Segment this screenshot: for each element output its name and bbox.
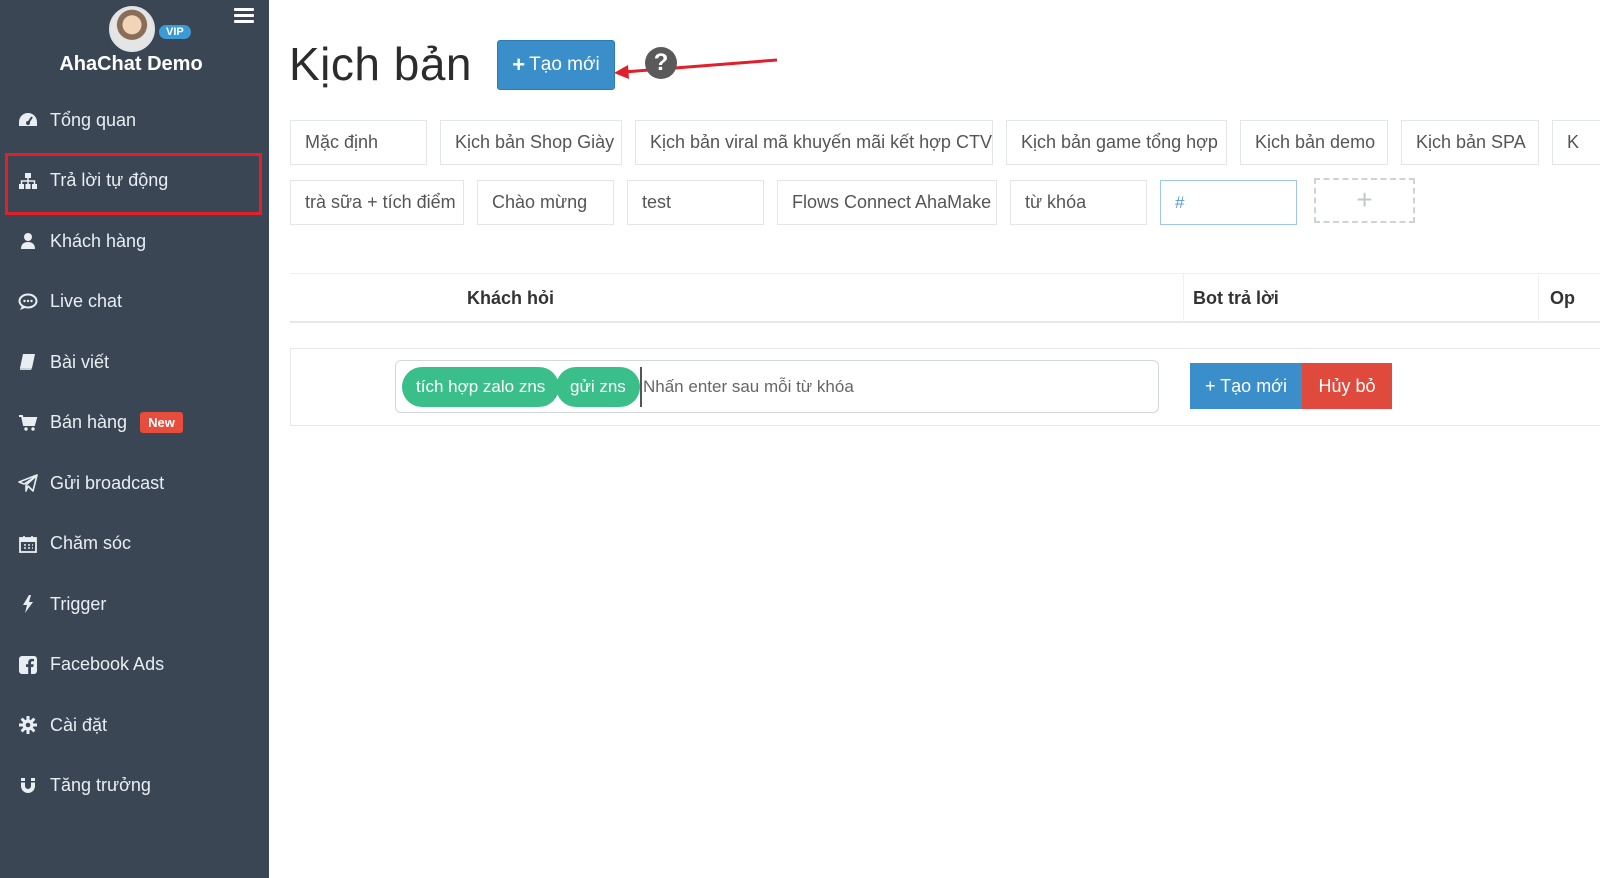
chat-bubble-icon bbox=[18, 292, 38, 312]
script-tab-test[interactable]: test bbox=[627, 180, 764, 225]
page-title: Kịch bản bbox=[289, 38, 473, 90]
sidebar-item-label: Facebook Ads bbox=[50, 654, 165, 675]
column-customer-question: Khách hỏi bbox=[467, 288, 555, 308]
script-tab-game[interactable]: Kịch bản game tổng hợp bbox=[1006, 120, 1227, 165]
vip-badge: VIP bbox=[159, 25, 191, 39]
sidebar-item-label: Trigger bbox=[50, 593, 107, 614]
sidebar-item-bai-viet[interactable]: Bài viết bbox=[0, 332, 269, 393]
sidebar-item-label: Tăng trưởng bbox=[50, 775, 151, 796]
help-icon[interactable]: ? bbox=[645, 47, 677, 79]
sidebar-item-live-chat[interactable]: Live chat bbox=[0, 272, 269, 333]
avatar[interactable] bbox=[109, 6, 155, 52]
sidebar-item-facebook-ads[interactable]: Facebook Ads bbox=[0, 635, 269, 696]
sidebar-nav: Tổng quan Trả lời tự động Khách hàng Liv… bbox=[0, 90, 269, 816]
sidebar-item-label: Khách hàng bbox=[50, 230, 147, 251]
script-tab-spa[interactable]: Kịch bản SPA bbox=[1401, 120, 1539, 165]
script-tab-mac-dinh[interactable]: Mặc định bbox=[290, 120, 427, 165]
add-script-button[interactable]: + bbox=[1314, 178, 1415, 223]
menu-toggle-icon[interactable] bbox=[234, 8, 254, 24]
column-options: Op bbox=[1550, 288, 1575, 308]
script-tab-flows-connect[interactable]: Flows Connect AhaMake bbox=[777, 180, 997, 225]
keyword-chip[interactable]: tích hợp zalo zns bbox=[402, 367, 560, 407]
create-script-button[interactable]: + Tạo mới bbox=[497, 40, 615, 90]
paper-plane-icon bbox=[18, 473, 38, 493]
sidebar-item-label: Cài đặt bbox=[50, 714, 108, 735]
gear-icon bbox=[18, 715, 38, 735]
account-name: AhaChat Demo bbox=[59, 53, 203, 75]
bolt-icon bbox=[18, 594, 38, 614]
script-tab-tra-sua[interactable]: trà sữa + tích điểm bbox=[290, 180, 464, 225]
script-tab-viral[interactable]: Kịch bản viral mã khuyến mãi kết hợp CTV bbox=[635, 120, 993, 165]
script-tab-chao-mung[interactable]: Chào mừng bbox=[477, 180, 614, 225]
script-tab-demo[interactable]: Kịch bản demo bbox=[1240, 120, 1388, 165]
new-script-input[interactable]: # bbox=[1160, 180, 1297, 225]
sidebar-item-label: Bán hàng bbox=[50, 412, 128, 433]
sidebar-item-cham-soc[interactable]: Chăm sóc bbox=[0, 514, 269, 575]
plus-icon: + bbox=[512, 52, 526, 77]
sidebar-item-trigger[interactable]: Trigger bbox=[0, 574, 269, 635]
sidebar-item-tang-truong[interactable]: Tăng trưởng bbox=[0, 756, 269, 817]
keyword-input[interactable] bbox=[640, 367, 1140, 407]
keyword-row: tích hợp zalo zns , gửi zns + Tạo mới Hủ… bbox=[290, 348, 1600, 426]
sidebar-item-label: Gửi broadcast bbox=[50, 472, 165, 493]
sidebar: VIP AhaChat Demo Tổng quan Trả lời tự độ… bbox=[0, 0, 269, 878]
sidebar-item-ban-hang[interactable]: Bán hàng New bbox=[0, 393, 269, 454]
create-script-label: Tạo mới bbox=[529, 54, 600, 75]
sidebar-item-gui-broadcast[interactable]: Gửi broadcast bbox=[0, 453, 269, 514]
app-root: VIP AhaChat Demo Tổng quan Trả lời tự độ… bbox=[0, 0, 1600, 878]
sidebar-item-tong-quan[interactable]: Tổng quan bbox=[0, 90, 269, 151]
column-bot-reply: Bot trả lời bbox=[1193, 288, 1279, 308]
table-header: Khách hỏi Bot trả lời Op bbox=[290, 273, 1600, 323]
sidebar-item-khach-hang[interactable]: Khách hàng bbox=[0, 211, 269, 272]
cart-icon bbox=[18, 413, 38, 433]
sidebar-item-tra-loi-tu-dong[interactable]: Trả lời tự động bbox=[0, 151, 269, 214]
column-divider bbox=[1183, 274, 1184, 322]
sidebar-item-label: Trả lời tự động bbox=[50, 170, 169, 191]
script-tab-shop-giay[interactable]: Kịch bản Shop Giày bbox=[440, 120, 622, 165]
sitemap-icon bbox=[18, 171, 38, 191]
annotation-arrow-icon bbox=[614, 58, 778, 79]
create-keyword-button[interactable]: + Tạo mới bbox=[1190, 363, 1302, 409]
user-icon bbox=[18, 231, 38, 251]
new-badge: New bbox=[140, 412, 183, 434]
sidebar-item-label: Live chat bbox=[50, 291, 123, 312]
cancel-button[interactable]: Hủy bỏ bbox=[1302, 363, 1392, 409]
column-divider bbox=[1538, 274, 1539, 322]
script-tab-tu-khoa[interactable]: từ khóa bbox=[1010, 180, 1147, 225]
dashboard-icon bbox=[18, 110, 38, 130]
keyword-tag-input[interactable]: tích hợp zalo zns , gửi zns bbox=[395, 360, 1159, 413]
book-icon bbox=[18, 352, 38, 372]
keyword-chip[interactable]: gửi zns bbox=[556, 367, 640, 407]
main-content: Kịch bản + Tạo mới ? Mặc định Kịch bản S… bbox=[269, 0, 1600, 878]
sidebar-item-cai-dat[interactable]: Cài đặt bbox=[0, 695, 269, 756]
sidebar-item-label: Bài viết bbox=[50, 351, 110, 372]
facebook-icon bbox=[18, 655, 38, 675]
calendar-icon bbox=[18, 534, 38, 554]
magnet-icon bbox=[18, 776, 38, 796]
sidebar-item-label: Chăm sóc bbox=[50, 533, 132, 554]
sidebar-item-label: Tổng quan bbox=[50, 109, 137, 130]
script-tab-more[interactable]: K bbox=[1552, 120, 1600, 165]
